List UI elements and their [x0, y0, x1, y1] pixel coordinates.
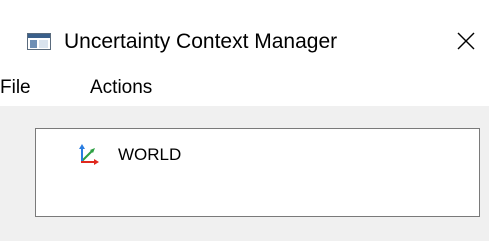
- window-title: Uncertainty Context Manager: [64, 30, 338, 53]
- tree-item-label: WORLD: [118, 145, 182, 164]
- context-tree-view[interactable]: WORLD: [35, 128, 480, 217]
- menu-file[interactable]: File: [0, 77, 31, 99]
- close-icon: [457, 32, 475, 50]
- app-icon-sidebar: [30, 40, 37, 48]
- coordinate-axes-icon: [79, 144, 99, 165]
- app-icon-content: [39, 40, 48, 48]
- menu-actions[interactable]: Actions: [90, 77, 152, 99]
- app-window: Uncertainty Context Manager File Actions: [0, 0, 489, 241]
- app-icon-titlebar: [28, 34, 50, 38]
- close-button[interactable]: [446, 22, 486, 62]
- menu-bar: File Actions: [0, 70, 489, 106]
- title-bar[interactable]: Uncertainty Context Manager: [0, 0, 489, 70]
- app-window-icon: [27, 33, 51, 50]
